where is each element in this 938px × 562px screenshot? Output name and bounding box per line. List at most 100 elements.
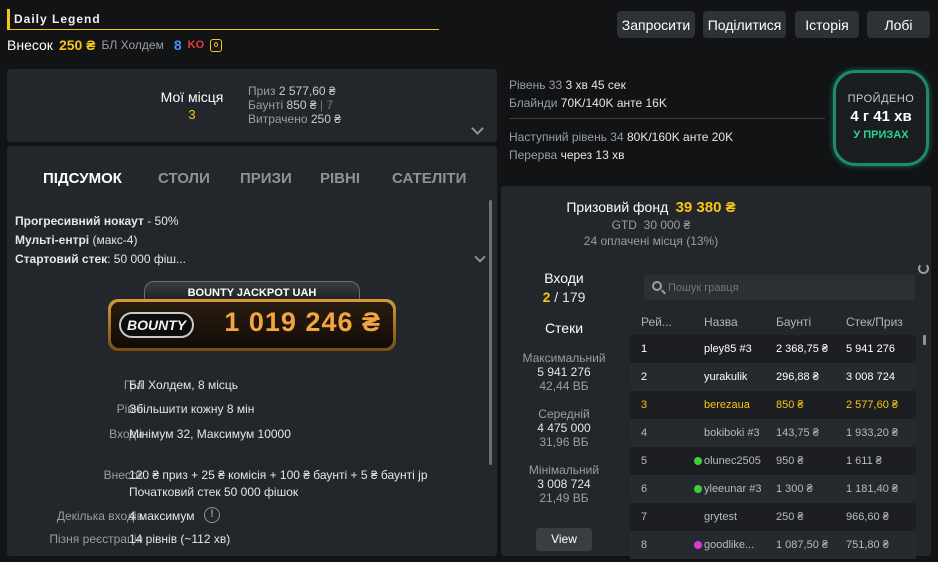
table-row[interactable]: 1 pley85 #3 2 368,75 ₴ 5 941 276: [630, 335, 916, 363]
level-divider: [509, 118, 825, 119]
share-button[interactable]: Поділитися: [703, 11, 786, 38]
starting-stack-label: Стартовий стек: [15, 252, 108, 266]
stacks-label: Стеки: [544, 320, 584, 336]
rank-cell: 8: [630, 531, 690, 559]
stack-cell-text: 751,80 ₴: [846, 539, 889, 551]
refresh-icon[interactable]: [918, 263, 929, 274]
expand-chevron-icon[interactable]: [471, 122, 484, 135]
name-cell: goodlike...: [690, 531, 766, 559]
name-cell-text: goodlike...: [704, 539, 755, 551]
search-input[interactable]: [668, 275, 908, 300]
tab-satellites[interactable]: САТЕЛІТИ: [392, 170, 466, 187]
stacks-avg-label: Середній: [538, 407, 590, 421]
paid-places: 24 оплачені місця (13%): [583, 234, 719, 248]
details-multi-value: 4 максимум: [129, 509, 195, 523]
history-button[interactable]: Історія: [795, 11, 859, 38]
rank-cell-text: 6: [641, 483, 648, 495]
bounty-cell: 143,75 ₴: [766, 419, 838, 447]
status-dot-icon: [694, 541, 702, 550]
col-name[interactable]: Назва: [690, 309, 766, 335]
my-places-label: Мої місця: [160, 89, 224, 105]
details-levels-value: Збільшити кожну 8 мін: [129, 402, 255, 416]
view-button[interactable]: View: [536, 528, 592, 551]
bounty-cell-text: 143,75 ₴: [776, 427, 819, 439]
break-value: через 13 хв: [560, 148, 625, 162]
search-icon-handle: [661, 289, 666, 295]
table-row[interactable]: 3 berezaua 850 ₴ 2 577,60 ₴: [630, 391, 916, 419]
col-stack[interactable]: Стек/Приз: [838, 309, 916, 335]
col-rank[interactable]: Рей...: [630, 309, 690, 335]
name-cell: pley85 #3: [690, 335, 766, 363]
entries-label: Входи: [544, 270, 584, 286]
bounty-cell: 296,88 ₴: [766, 363, 838, 391]
tab-prizes[interactable]: ПРИЗИ: [240, 170, 292, 187]
ko-badge: KO: [187, 39, 205, 51]
gtd-value: GTD 30 000 ₴: [611, 218, 691, 232]
table-header: Рей... Назва Баунті Стек/Приз: [630, 309, 916, 335]
stack-cell-text: 966,60 ₴: [846, 511, 889, 523]
stacks-min-label: Мінімальний: [528, 463, 600, 477]
level-timer: 3 хв 45 сек: [565, 78, 626, 92]
stack-cell: 2 577,60 ₴: [838, 391, 916, 419]
col-bounty[interactable]: Баунті: [766, 309, 838, 335]
table-row[interactable]: 7 grytest 250 ₴ 966,60 ₴: [630, 503, 916, 531]
spent-value: 250 ₴: [310, 112, 341, 126]
entries-current: 2: [542, 289, 551, 305]
name-cell: olunec2505: [690, 447, 766, 475]
rank-cell: 6: [630, 475, 690, 503]
bounty-cell: 1 300 ₴: [766, 475, 838, 503]
details-game-value: БЛ Холдем, 8 місць: [129, 378, 239, 392]
lobby-button[interactable]: Лобі: [867, 11, 930, 38]
prize-value: 2 577,60 ₴: [278, 84, 336, 98]
bounty-value: 850 ₴: [286, 98, 317, 112]
jackpot-title: BOUNTY JACKPOT UAH: [187, 287, 317, 299]
info-icon[interactable]: !: [204, 507, 220, 523]
table-scrollbar[interactable]: [923, 335, 926, 345]
stacks-max-label: Максимальний: [522, 351, 606, 365]
status-dot-icon: [694, 485, 702, 494]
knockout-icon: [210, 38, 223, 52]
multi-entry-label: Мульті-ентрі: [15, 233, 90, 247]
rank-cell-text: 1: [641, 343, 648, 355]
invite-button[interactable]: Запросити: [617, 11, 695, 38]
tab-levels[interactable]: РІВНІ: [320, 170, 360, 187]
stack-cell: 5 941 276: [838, 335, 916, 363]
rank-cell: 1: [630, 335, 690, 363]
table-row[interactable]: 5 olunec2505 950 ₴ 1 611 ₴: [630, 447, 916, 475]
rank-cell-text: 2: [641, 371, 648, 383]
level-label: Рівень 33: [509, 78, 563, 92]
rank-cell: 5: [630, 447, 690, 475]
stacks-min: Мінімальний 3 008 724 21,49 ВБ: [501, 463, 627, 505]
bounty-cell-text: 1 087,50 ₴: [776, 539, 828, 551]
bounty-label: Баунті: [248, 98, 284, 112]
stack-cell: 966,60 ₴: [838, 503, 916, 531]
search-box[interactable]: [644, 275, 915, 300]
bounty-cell: 950 ₴: [766, 447, 838, 475]
name-cell: grytest: [690, 503, 766, 531]
players-table: Рей... Назва Баунті Стек/Приз 1 pley85 #3…: [630, 309, 916, 559]
table-row[interactable]: 8 goodlike... 1 087,50 ₴ 751,80 ₴: [630, 531, 916, 559]
buyin-line: Внесок 250 ₴ БЛ Холдем 8 KO: [7, 36, 223, 54]
bounty-cell: 850 ₴: [766, 391, 838, 419]
rank-cell-text: 8: [641, 539, 648, 551]
bounty-cell: 2 368,75 ₴: [766, 335, 838, 363]
level-info: Рівень 33 3 хв 45 сек Блайнди 70K/140K а…: [509, 76, 667, 112]
players-list: 1 pley85 #3 2 368,75 ₴ 5 941 276 2 yurakulik 2…: [630, 335, 916, 559]
table-row[interactable]: 6 yleeunar #3 1 300 ₴ 1 181,40 ₴: [630, 475, 916, 503]
tab-summary[interactable]: ПІДСУМОК: [43, 170, 122, 187]
rank-cell: 4: [630, 419, 690, 447]
prize-pool-value: 39 380 ₴: [675, 199, 736, 216]
bounty-cell-text: 1 300 ₴: [776, 483, 813, 495]
bounty-cell-text: 250 ₴: [776, 511, 804, 523]
stack-cell-text: 1 611 ₴: [846, 455, 882, 467]
status-sub: У ПРИЗАХ: [853, 129, 909, 141]
tab-tables[interactable]: СТОЛИ: [158, 170, 210, 187]
summary-scrollbar[interactable]: [489, 200, 492, 465]
blinds-value: 70K/140K анте 16K: [560, 96, 667, 110]
name-cell-text: pley85 #3: [704, 343, 752, 355]
status-time: 4 г 41 хв: [850, 108, 912, 125]
table-row[interactable]: 2 yurakulik 296,88 ₴ 3 008 724: [630, 363, 916, 391]
stacks-avg-value: 4 475 000: [537, 421, 591, 435]
table-row[interactable]: 4 bokiboki #3 143,75 ₴ 1 933,20 ₴: [630, 419, 916, 447]
stacks-avg-bb: 31,96 ВБ: [539, 435, 589, 449]
